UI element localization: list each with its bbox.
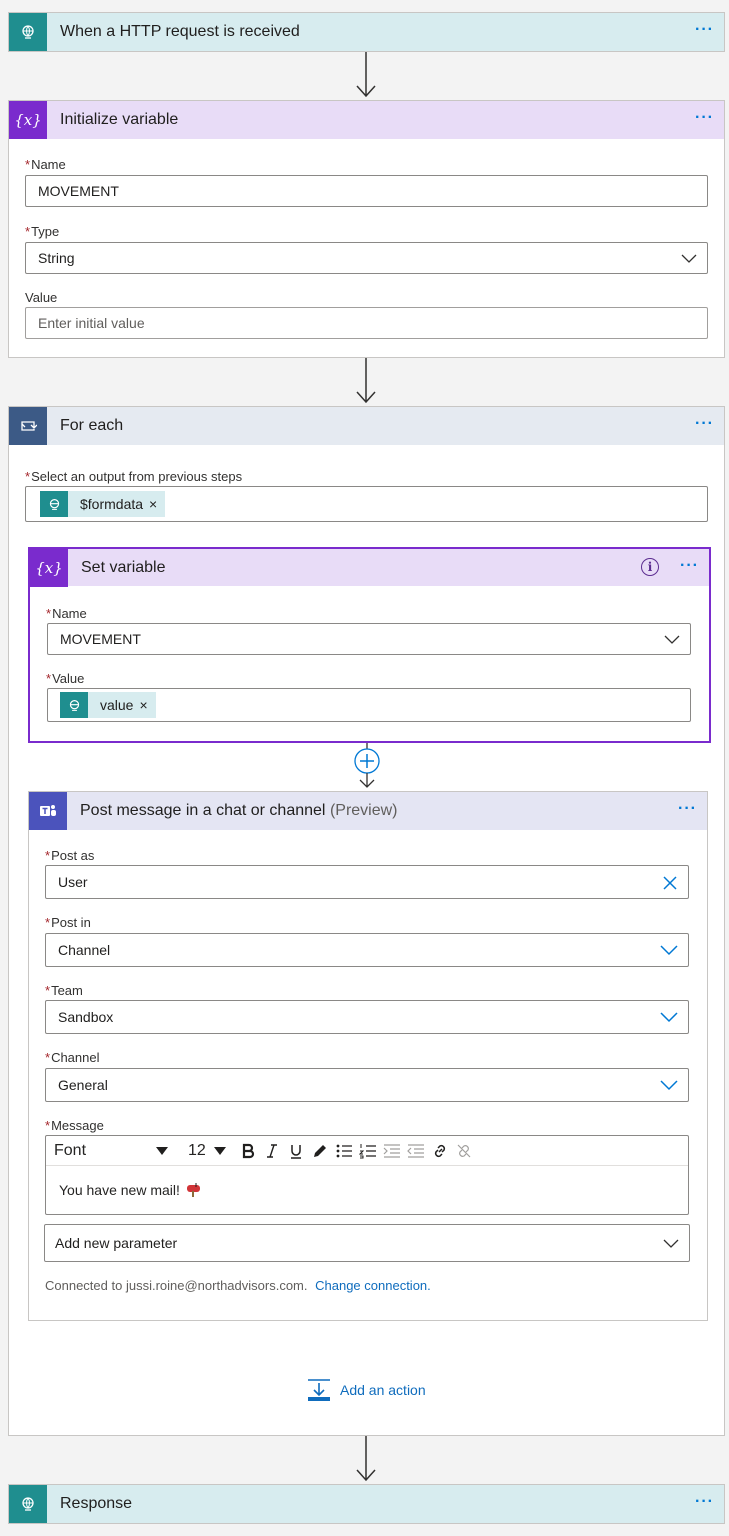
type-label: *Type [25, 224, 60, 239]
mailbox-icon [186, 1183, 200, 1197]
select-output-label: *Select an output from previous steps [25, 469, 243, 484]
channel-label: *Channel [45, 1050, 100, 1065]
chevron-down-icon [660, 1012, 678, 1023]
card-title: Response [60, 1495, 133, 1512]
chevron-down-icon [663, 1239, 679, 1248]
numbered-list-icon[interactable] [356, 1137, 380, 1165]
more-options-icon[interactable]: ··· [695, 1493, 714, 1511]
card-title: Initialize variable [60, 111, 179, 128]
channel-dropdown[interactable]: General [45, 1068, 689, 1102]
name-dropdown[interactable]: MOVEMENT [47, 623, 691, 655]
for-each-card[interactable]: For each ··· *Select an output from prev… [8, 406, 725, 1436]
more-options-icon[interactable]: ··· [695, 21, 714, 39]
link-icon[interactable] [428, 1137, 452, 1165]
post-as-label: *Post as [45, 848, 95, 863]
font-dropdown-caret-icon[interactable] [156, 1147, 168, 1155]
name-label: *Name [46, 606, 87, 621]
more-options-icon[interactable]: ··· [695, 415, 714, 433]
connector-arrow-icon [356, 1436, 376, 1482]
font-size-dropdown[interactable]: 12 [188, 1142, 206, 1160]
post-message-card[interactable]: Post message in a chat or channel (Previ… [28, 791, 708, 1321]
card-title: When a HTTP request is received [60, 23, 300, 40]
change-connection-link[interactable]: Change connection. [315, 1278, 431, 1293]
value-label: *Value [46, 671, 85, 686]
add-action-button[interactable]: Add an action [306, 1377, 426, 1403]
more-options-icon[interactable]: ··· [680, 557, 699, 575]
team-label: *Team [45, 983, 83, 998]
underline-icon[interactable] [284, 1137, 308, 1165]
indent-icon[interactable] [380, 1137, 404, 1165]
teams-icon [29, 792, 67, 830]
card-title: Set variable [81, 558, 166, 576]
http-globe-icon [40, 491, 68, 517]
http-globe-icon [60, 692, 88, 718]
more-options-icon[interactable]: ··· [695, 109, 714, 127]
connector-arrow-icon [356, 52, 376, 98]
post-in-label: *Post in [45, 915, 91, 930]
info-icon[interactable]: i [641, 558, 659, 576]
add-action-icon [308, 1379, 330, 1401]
http-globe-icon [9, 1485, 47, 1523]
select-output-input[interactable]: $formdata × [25, 486, 708, 522]
value-input[interactable]: value × [47, 688, 691, 722]
remove-token-icon[interactable]: × [139, 697, 155, 713]
unlink-icon[interactable] [452, 1137, 476, 1165]
connection-info: Connected to jussi.roine@northadvisors.c… [45, 1278, 431, 1293]
message-body[interactable]: You have new mail! [59, 1182, 202, 1198]
card-title: For each [60, 417, 124, 434]
team-dropdown[interactable]: Sandbox [45, 1000, 689, 1034]
initialize-variable-card[interactable]: {x} Initialize variable ··· *Name MOVEME… [8, 100, 725, 358]
set-variable-card[interactable]: {x} Set variable i ··· *Name MOVEMENT *V… [28, 547, 711, 743]
rich-text-toolbar: Font 12 [46, 1136, 688, 1166]
bold-icon[interactable] [236, 1137, 260, 1165]
chevron-down-icon [660, 1080, 678, 1091]
http-globe-icon [9, 13, 47, 51]
name-input[interactable]: MOVEMENT [25, 175, 708, 207]
insert-step-icon[interactable] [352, 743, 382, 793]
highlight-pen-icon[interactable] [308, 1137, 332, 1165]
type-dropdown[interactable]: String [25, 242, 708, 274]
connector-arrow-icon [356, 358, 376, 404]
card-title: Post message in a chat or channel (Previ… [80, 802, 398, 819]
chevron-down-icon [681, 254, 697, 263]
name-label: *Name [25, 157, 66, 172]
bulleted-list-icon[interactable] [332, 1137, 356, 1165]
post-as-dropdown[interactable]: User [45, 865, 689, 899]
message-label: *Message [45, 1118, 104, 1133]
value-input[interactable]: Enter initial value [25, 307, 708, 339]
add-new-parameter-dropdown[interactable]: Add new parameter [44, 1224, 690, 1262]
variable-icon: {x} [9, 101, 47, 139]
clear-icon[interactable] [662, 875, 678, 891]
response-card[interactable]: Response ··· [8, 1484, 725, 1524]
variable-icon: {x} [30, 548, 68, 587]
token-label: $formdata [80, 496, 144, 512]
post-in-dropdown[interactable]: Channel [45, 933, 689, 967]
outdent-icon[interactable] [404, 1137, 428, 1165]
remove-token-icon[interactable]: × [149, 496, 165, 512]
http-trigger-card[interactable]: When a HTTP request is received ··· [8, 12, 725, 52]
font-dropdown[interactable]: Font [54, 1142, 86, 1160]
dynamic-content-token: value × [60, 692, 156, 718]
more-options-icon[interactable]: ··· [678, 800, 697, 818]
add-action-label: Add an action [340, 1382, 426, 1398]
dynamic-content-token: $formdata × [40, 491, 166, 517]
chevron-down-icon [660, 945, 678, 956]
italic-icon[interactable] [260, 1137, 284, 1165]
loop-icon [9, 407, 47, 445]
message-editor[interactable]: Font 12 You have new mail! [45, 1135, 689, 1215]
value-label: Value [25, 290, 58, 305]
chevron-down-icon [664, 635, 680, 644]
font-size-caret-icon[interactable] [214, 1147, 226, 1155]
token-label: value [100, 697, 134, 713]
